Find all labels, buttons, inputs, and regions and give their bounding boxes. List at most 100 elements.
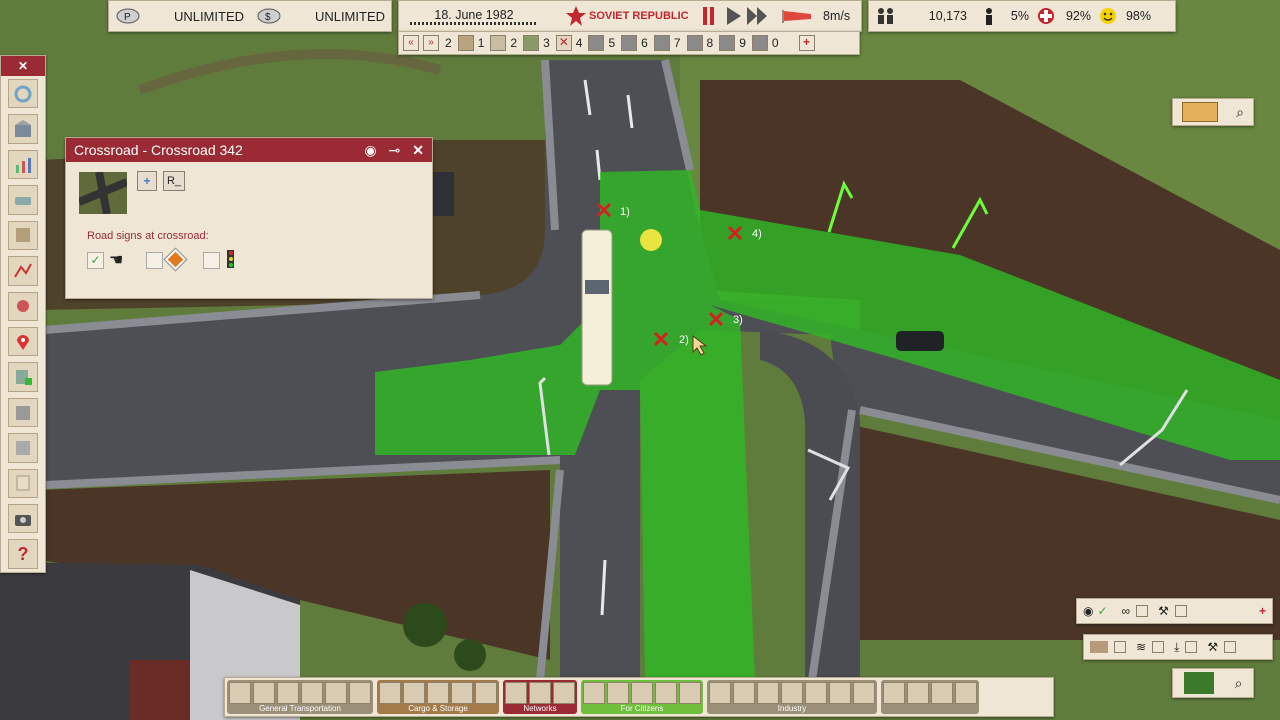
- play-button[interactable]: [727, 7, 741, 25]
- road-filter-icon[interactable]: [1090, 641, 1108, 653]
- overlay-button-1[interactable]: [457, 35, 474, 51]
- build-tool-button[interactable]: [955, 682, 977, 704]
- next-arrows-button[interactable]: »: [423, 35, 439, 51]
- overlay-button-5[interactable]: [588, 35, 605, 51]
- bus[interactable]: [581, 229, 613, 386]
- build-tool-button[interactable]: [349, 682, 371, 704]
- selection-marker[interactable]: [640, 229, 662, 251]
- documents-icon[interactable]: [8, 468, 38, 499]
- add-filter-button[interactable]: +: [1259, 604, 1266, 618]
- filter-checkbox[interactable]: [1185, 641, 1198, 653]
- build-tool-button[interactable]: [931, 682, 953, 704]
- book-icon[interactable]: [8, 220, 38, 251]
- build-tool-button[interactable]: [757, 682, 779, 704]
- minimap-icon[interactable]: [1183, 672, 1214, 694]
- happiness-stat[interactable]: 98%: [1099, 7, 1151, 25]
- statistics-icon[interactable]: [8, 149, 38, 180]
- vehicles-icon[interactable]: [8, 185, 38, 215]
- research-icon[interactable]: [8, 291, 38, 321]
- build-tool-button[interactable]: [679, 682, 701, 704]
- add-sign-button[interactable]: +: [137, 171, 157, 191]
- overlay-button-2[interactable]: [490, 35, 507, 51]
- build-tool-button[interactable]: [403, 682, 425, 704]
- build-tool-button[interactable]: [853, 682, 875, 704]
- overlay-button-9[interactable]: [719, 35, 736, 51]
- pin-icon[interactable]: ⊸: [389, 142, 401, 159]
- build-tool-button[interactable]: [655, 682, 677, 704]
- settings-gear-icon[interactable]: [8, 79, 38, 109]
- build-tool-button[interactable]: [907, 682, 929, 704]
- build-tool-button[interactable]: [781, 682, 803, 704]
- help-icon[interactable]: ?: [8, 539, 38, 569]
- overlay-button-6[interactable]: [621, 35, 638, 51]
- mod-icon[interactable]: [8, 397, 38, 428]
- build-tool-button[interactable]: [883, 682, 905, 704]
- tools-icon[interactable]: ⚒: [1207, 640, 1218, 654]
- build-tool-button[interactable]: [829, 682, 851, 704]
- rail-filter-icon[interactable]: ≋: [1136, 640, 1146, 654]
- crane-icon[interactable]: ⚒: [1158, 604, 1169, 618]
- depot-icon[interactable]: [8, 114, 38, 144]
- binoculars-icon[interactable]: ∞: [1122, 604, 1131, 618]
- money-rubles-value: UNLIMITED: [173, 8, 244, 24]
- svg-text:1): 1): [620, 206, 630, 218]
- filter-checkbox[interactable]: [1114, 641, 1126, 653]
- build-tool-button[interactable]: [805, 682, 827, 704]
- build-tool-button[interactable]: [277, 682, 299, 704]
- diamond-sign-checkbox[interactable]: [146, 252, 163, 269]
- add-building-icon[interactable]: [8, 362, 38, 392]
- build-tool-button[interactable]: [427, 682, 449, 704]
- search-icon[interactable]: ⌕: [1236, 104, 1244, 121]
- build-tool-button[interactable]: [583, 682, 605, 704]
- window-titlebar[interactable]: Crossroad - Crossroad 342 ◉ ⊸ ✕: [66, 138, 432, 162]
- prev-arrows-button[interactable]: «: [403, 35, 419, 51]
- car[interactable]: [896, 331, 944, 351]
- close-icon[interactable]: ✕: [412, 142, 424, 159]
- overlay-button-7[interactable]: [653, 35, 670, 51]
- location-pin-icon[interactable]: [8, 326, 38, 357]
- camera-icon[interactable]: [8, 504, 38, 534]
- check-icon[interactable]: ✓: [1097, 604, 1107, 618]
- overlay-button-0[interactable]: [751, 35, 768, 51]
- population-stat[interactable]: 10,173: [875, 7, 967, 25]
- build-tool-button[interactable]: [229, 682, 251, 704]
- traffic-light-checkbox[interactable]: [203, 252, 220, 269]
- routes-map-icon[interactable]: [8, 256, 38, 286]
- zoom-search-icon[interactable]: ⌕: [1235, 675, 1243, 692]
- edit-building-icon[interactable]: [8, 433, 38, 463]
- filter-checkbox[interactable]: [1224, 641, 1237, 653]
- filter-checkbox[interactable]: [1136, 605, 1149, 617]
- build-tool-button[interactable]: [709, 682, 731, 704]
- filter-checkbox[interactable]: [1152, 641, 1165, 653]
- health-stat[interactable]: 92%: [1037, 7, 1091, 25]
- build-tool-button[interactable]: [379, 682, 401, 704]
- fast-forward-button[interactable]: [747, 7, 767, 25]
- build-tool-button[interactable]: [733, 682, 755, 704]
- filter-checkbox[interactable]: [1174, 605, 1187, 617]
- build-tool-button[interactable]: [451, 682, 473, 704]
- dollar-coin-icon[interactable]: $: [256, 7, 282, 25]
- add-overlay-button[interactable]: +: [798, 35, 815, 51]
- r-button[interactable]: R_: [163, 171, 185, 191]
- ruble-coin-icon[interactable]: P: [115, 7, 141, 25]
- overlay-button-3[interactable]: [523, 35, 540, 51]
- build-tool-button[interactable]: [253, 682, 275, 704]
- build-tool-button[interactable]: [475, 682, 497, 704]
- overlay-button-4[interactable]: ✕: [555, 35, 572, 51]
- priority-sign-checkbox[interactable]: ✓: [87, 252, 104, 269]
- build-tool-button[interactable]: [301, 682, 323, 704]
- overlay-button-8[interactable]: [686, 35, 703, 51]
- unemployment-stat[interactable]: 5%: [983, 7, 1029, 25]
- mail-icon[interactable]: [1182, 102, 1219, 122]
- download-icon[interactable]: ⤓: [1174, 640, 1179, 655]
- build-tool-button[interactable]: [631, 682, 653, 704]
- build-tool-button[interactable]: [325, 682, 347, 704]
- pause-button[interactable]: [703, 7, 719, 25]
- build-tool-button[interactable]: [529, 682, 551, 704]
- close-toolbar-button[interactable]: ✕: [1, 56, 45, 76]
- eye-filter-icon[interactable]: ◉: [1083, 604, 1093, 618]
- build-tool-button[interactable]: [505, 682, 527, 704]
- build-tool-button[interactable]: [607, 682, 629, 704]
- eye-icon[interactable]: ◉: [364, 142, 376, 159]
- build-tool-button[interactable]: [553, 682, 575, 704]
